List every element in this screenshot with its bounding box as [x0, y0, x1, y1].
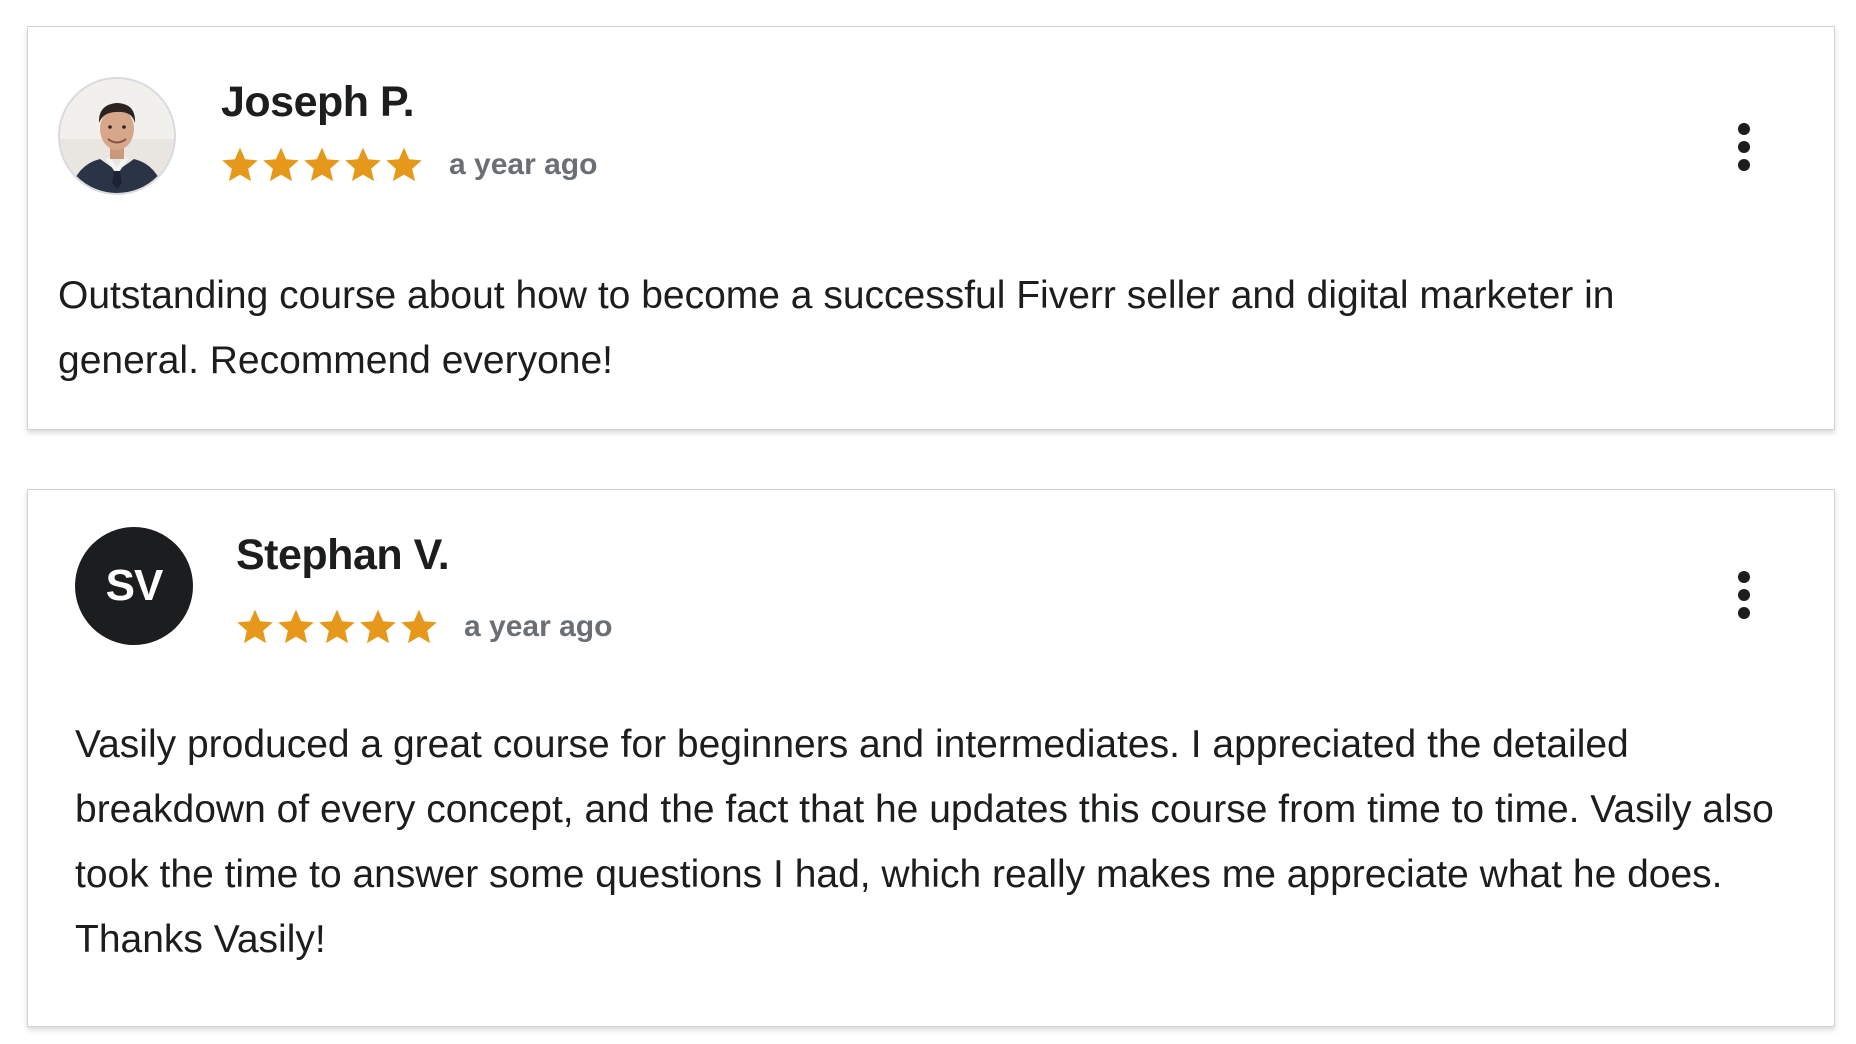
star-icon: [304, 147, 340, 182]
review-time: a year ago: [464, 610, 613, 643]
more-options-button[interactable]: [1724, 560, 1764, 630]
star-icon: [386, 147, 422, 182]
star-icon: [401, 609, 437, 644]
avatar-initials: SV: [105, 561, 164, 610]
user-photo-icon: [60, 79, 174, 193]
star-icon: [222, 147, 258, 182]
review-card: Joseph P. a year ago Outstanding course …: [27, 26, 1835, 430]
avatar: SV: [75, 527, 193, 645]
star-rating: [220, 145, 425, 185]
more-options-button[interactable]: [1724, 112, 1764, 182]
star-rating: [235, 607, 440, 647]
more-vertical-icon: [1738, 123, 1750, 135]
star-icon: [237, 609, 273, 644]
more-vertical-icon: [1738, 571, 1750, 583]
reviewer-name: Stephan V.: [236, 531, 450, 579]
review-content: Vasily produced a great course for begin…: [75, 723, 1774, 961]
rating-row: a year ago: [220, 145, 597, 185]
star-icon: [360, 609, 396, 644]
star-icon: [345, 147, 381, 182]
star-icon: [319, 609, 355, 644]
avatar: [58, 77, 176, 195]
star-icon: [263, 147, 299, 182]
rating-row: a year ago: [235, 607, 612, 647]
review-content: Outstanding course about how to become a…: [58, 274, 1615, 382]
reviewer-name: Joseph P.: [221, 78, 415, 126]
review-card: SV Stephan V. a year ago Vasily produced…: [27, 489, 1835, 1027]
review-time: a year ago: [449, 148, 598, 181]
star-icon: [278, 609, 314, 644]
